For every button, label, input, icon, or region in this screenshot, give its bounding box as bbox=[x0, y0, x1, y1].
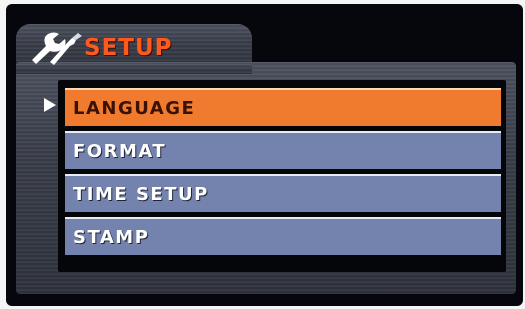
menu-item-label: FORMAT bbox=[73, 140, 167, 162]
wrench-screwdriver-icon bbox=[32, 32, 82, 65]
menu-item-time-setup[interactable]: TIME SETUP bbox=[65, 174, 501, 212]
setup-header: SETUP bbox=[28, 30, 173, 66]
menu-item-language[interactable]: LANGUAGE bbox=[65, 88, 501, 126]
camera-screen: SETUP LANGUAGE FORMAT TIME SETUP STAMP bbox=[6, 4, 523, 306]
menu-item-label: STAMP bbox=[73, 226, 150, 248]
selection-arrow-icon bbox=[44, 98, 56, 112]
menu-item-label: TIME SETUP bbox=[73, 183, 209, 205]
menu-item-stamp[interactable]: STAMP bbox=[65, 217, 501, 255]
page-title: SETUP bbox=[84, 35, 173, 61]
menu-item-format[interactable]: FORMAT bbox=[65, 131, 501, 169]
menu-item-label: LANGUAGE bbox=[73, 97, 196, 119]
setup-menu: LANGUAGE FORMAT TIME SETUP STAMP bbox=[65, 88, 501, 260]
